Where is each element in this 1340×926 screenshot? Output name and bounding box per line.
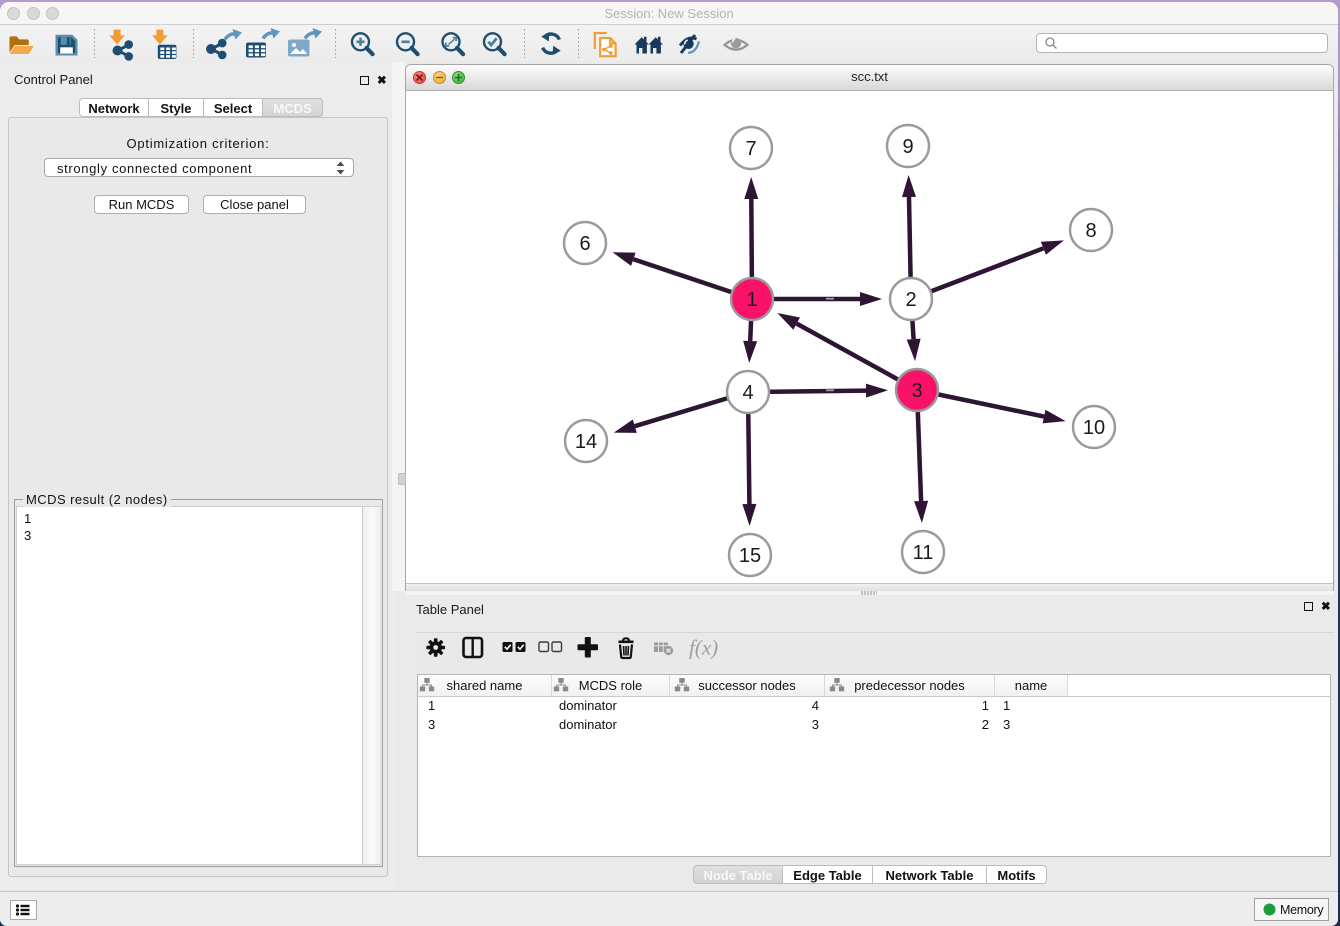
svg-text:1: 1 [746,289,757,311]
svg-text:4: 4 [742,382,753,404]
svg-text:9: 9 [902,136,913,158]
svg-text:10: 10 [1083,417,1105,439]
svg-text:14: 14 [575,431,597,453]
svg-text:f(x): f(x) [689,636,718,660]
svg-text:15: 15 [739,545,761,567]
svg-text:2: 2 [905,289,916,311]
svg-text:3: 3 [911,380,922,402]
svg-text:7: 7 [745,138,756,160]
svg-text:8: 8 [1085,220,1096,242]
svg-text:11: 11 [913,542,934,564]
svg-text:6: 6 [579,233,590,255]
